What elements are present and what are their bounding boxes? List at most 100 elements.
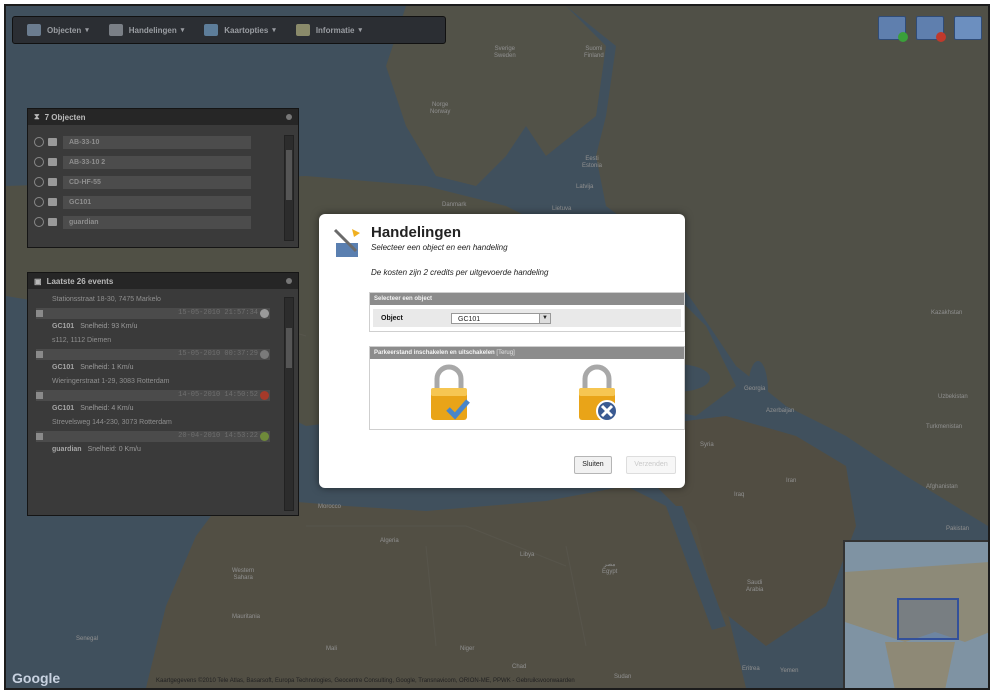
event-item[interactable]: Stationsstraat 18-30, 7475 Markelo 15-05… — [28, 293, 284, 334]
chevron-down-icon: ▾ — [85, 27, 89, 34]
event-object-line: GC101 Snelheid: 93 Km/u — [28, 320, 284, 334]
overview-map[interactable] — [843, 540, 988, 688]
map-icon — [204, 24, 219, 36]
event-speed: Snelheid: 0 Km/u — [87, 446, 141, 453]
select-object-header: Selecteer een object — [370, 293, 684, 305]
send-button[interactable]: Verzenden — [626, 456, 676, 474]
lock-enable-icon[interactable] — [428, 363, 470, 423]
list-item[interactable]: AB-33-10 2 — [34, 153, 292, 171]
object-field-label: Object — [381, 314, 403, 322]
chevron-down-icon: ▾ — [358, 27, 362, 34]
list-item[interactable]: GC101 — [34, 193, 292, 211]
alarm-icon — [260, 391, 269, 400]
car-icon — [36, 392, 43, 399]
menu-label: Kaartopties — [224, 25, 269, 35]
person-icon — [260, 350, 269, 359]
list-item[interactable]: AB-33-10 — [34, 133, 292, 151]
satellite-icon — [108, 24, 123, 36]
object-select[interactable]: GC101 ▼ — [451, 312, 551, 324]
clock-icon — [260, 309, 269, 318]
events-panel-header: ▣ Laatste 26 events — [28, 273, 298, 289]
car-icon — [36, 351, 43, 358]
event-item[interactable]: s112, 1112 Diemen 15-05-2010 00:37:29 GC… — [28, 334, 284, 375]
home-icon — [27, 24, 41, 36]
event-object-line: GC101 Snelheid: 4 Km/u — [28, 402, 284, 416]
radio-icon[interactable] — [34, 137, 44, 147]
menu-objecten[interactable]: Objecten ▾ — [27, 24, 89, 36]
event-address: Stationsstraat 18-30, 7475 Markelo — [52, 296, 161, 303]
info-icon — [295, 24, 310, 36]
scrollbar-thumb[interactable] — [286, 328, 292, 368]
handelingen-dialog: Handelingen Selecteer een object en een … — [319, 214, 685, 488]
select-object-section: Selecteer een object Object GC101 ▼ — [369, 292, 685, 332]
event-speed: Snelheid: 93 Km/u — [80, 323, 138, 330]
objects-scrollbar[interactable] — [284, 135, 294, 241]
events-list: Stationsstraat 18-30, 7475 Markelo 15-05… — [28, 289, 298, 457]
events-scrollbar[interactable] — [284, 297, 294, 511]
map-attribution: Kaartgegevens ©2010 Tele Atlas, Basarsof… — [156, 678, 575, 684]
menu-handelingen[interactable]: Handelingen ▾ — [108, 24, 184, 36]
back-link[interactable]: [Terug] — [496, 350, 514, 356]
dialog-subtitle: Selecteer een object en een handeling — [371, 243, 508, 252]
menu-kaartopties[interactable]: Kaartopties ▾ — [204, 24, 276, 36]
remove-window-icon[interactable] — [916, 16, 946, 42]
action-section-title: Parkeerstand inschakelen en uitschakelen — [374, 350, 495, 356]
objects-panel-header: ⧗ 7 Objecten — [28, 109, 298, 125]
menu-label: Handelingen — [128, 25, 177, 35]
event-object-line: GC101 Snelheid: 1 Km/u — [28, 361, 284, 375]
chevron-down-icon[interactable]: ▼ — [539, 313, 550, 323]
radio-icon[interactable] — [34, 177, 44, 187]
overview-viewport[interactable] — [897, 598, 959, 640]
event-date-bar: 14-05-2010 14:50:52 — [36, 390, 270, 401]
people-icon — [48, 158, 57, 166]
object-label: CD-HF-55 — [63, 175, 251, 189]
object-label: AB-33-10 2 — [63, 155, 251, 169]
object-label: GC101 — [63, 195, 251, 209]
event-date-bar: 15-05-2010 21:57:34 — [36, 308, 270, 319]
cascade-windows-icon[interactable] — [954, 16, 982, 40]
dialog-cost-text: De kosten zijn 2 credits per uitgevoerde… — [371, 268, 549, 277]
person-icon — [48, 218, 57, 226]
window-controls — [878, 16, 982, 42]
collapse-icon[interactable] — [286, 114, 292, 120]
scrollbar-thumb[interactable] — [286, 150, 292, 200]
list-item[interactable]: guardian — [34, 213, 292, 231]
action-section-header: Parkeerstand inschakelen en uitschakelen… — [370, 347, 684, 359]
objects-panel: ⧗ 7 Objecten AB-33-10 AB-33-10 2 CD-HF-5… — [27, 108, 299, 248]
radio-icon[interactable] — [34, 197, 44, 207]
event-date: 15-05-2010 00:37:29 — [178, 350, 258, 358]
object-field-row: Object GC101 ▼ — [373, 309, 681, 327]
add-window-icon[interactable] — [878, 16, 908, 42]
list-item[interactable]: CD-HF-55 — [34, 173, 292, 191]
truck-icon — [48, 178, 57, 186]
car-icon — [48, 138, 57, 146]
event-address: Wieringerstraat 1-29, 3083 Rotterdam — [52, 378, 170, 385]
event-date-bar: 20-04-2010 14:53:22 — [36, 431, 270, 442]
app-frame: Sverige Sweden Suomi Finland Norge Norway Eest… — [4, 4, 990, 690]
person-icon — [36, 433, 43, 440]
menu-label: Objecten — [47, 25, 82, 35]
event-date: 20-04-2010 14:53:22 — [178, 432, 258, 440]
objects-list: AB-33-10 AB-33-10 2 CD-HF-55 GC101 guard — [28, 125, 298, 231]
lock-disable-icon[interactable] — [576, 363, 618, 423]
object-select-value: GC101 — [458, 315, 481, 323]
event-object: GC101 — [52, 323, 75, 330]
event-speed: Snelheid: 4 Km/u — [80, 405, 134, 412]
satellite-icon — [333, 228, 360, 257]
menu-informatie[interactable]: Informatie ▾ — [295, 24, 362, 36]
collapse-icon[interactable] — [286, 278, 292, 284]
main-toolbar: Objecten ▾ Handelingen ▾ Kaartopties ▾ Info… — [12, 16, 446, 44]
radio-icon[interactable] — [34, 217, 44, 227]
object-label: AB-33-10 — [63, 135, 251, 149]
car-icon — [36, 310, 43, 317]
event-object: guardian — [52, 446, 82, 453]
action-section: Parkeerstand inschakelen en uitschakelen… — [369, 346, 685, 430]
close-button[interactable]: Sluiten — [574, 456, 612, 474]
event-address: Strevelsweg 144-230, 3073 Rotterdam — [52, 419, 172, 426]
radio-icon[interactable] — [34, 157, 44, 167]
event-item[interactable]: Strevelsweg 144-230, 3073 Rotterdam 20-0… — [28, 416, 284, 457]
dialog-title: Handelingen — [371, 224, 462, 241]
event-speed: Snelheid: 1 Km/u — [80, 364, 134, 371]
event-item[interactable]: Wieringerstraat 1-29, 3083 Rotterdam 14-… — [28, 375, 284, 416]
event-date: 15-05-2010 21:57:34 — [178, 309, 258, 317]
